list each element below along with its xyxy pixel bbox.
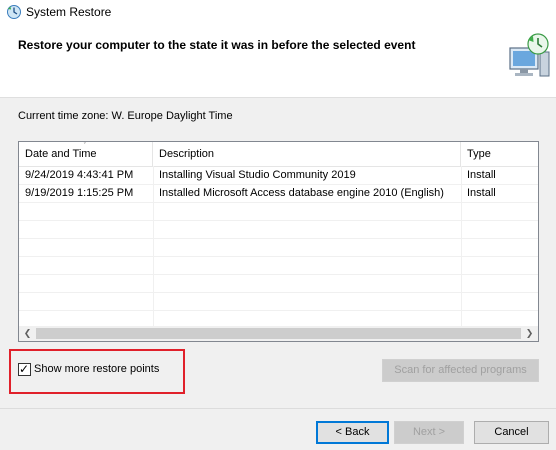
table-row[interactable]: 9/24/2019 4:43:41 PM Installing Visual S… — [19, 166, 538, 184]
column-header-date-label: Date and Time — [25, 148, 97, 160]
page-heading: Restore your computer to the state it wa… — [18, 38, 416, 52]
row-divider — [19, 292, 538, 293]
checkbox-box[interactable]: ✓ — [18, 362, 31, 376]
table-row[interactable]: 9/19/2019 1:15:25 PM Installed Microsoft… — [19, 184, 538, 202]
row-divider — [19, 202, 538, 203]
row-date: 9/19/2019 1:15:25 PM — [25, 187, 134, 199]
header-panel: Restore your computer to the state it wa… — [0, 24, 556, 98]
checkbox-label[interactable]: Show more restore points — [34, 363, 159, 375]
column-header-type[interactable]: Type — [461, 142, 538, 166]
row-date: 9/24/2019 4:43:41 PM — [25, 169, 134, 181]
list-header: ▿ Date and Time Description Type — [19, 142, 538, 167]
column-header-description[interactable]: Description — [153, 142, 461, 166]
scan-affected-programs-button[interactable]: Scan for affected programs — [382, 359, 539, 382]
row-divider — [19, 274, 538, 275]
scroll-left-arrow-icon[interactable]: ❮ — [19, 326, 36, 341]
column-header-type-label: Type — [467, 148, 491, 160]
sort-descending-icon: ▿ — [83, 141, 87, 146]
back-button[interactable]: < Back — [316, 421, 389, 444]
next-button[interactable]: Next > — [394, 421, 464, 444]
checkmark-icon: ✓ — [19, 362, 30, 376]
column-header-description-label: Description — [159, 148, 215, 160]
row-divider — [19, 256, 538, 257]
row-type: Install — [467, 187, 496, 199]
scroll-right-arrow-icon[interactable]: ❯ — [521, 326, 538, 341]
row-divider — [19, 184, 538, 185]
window-title: System Restore — [26, 5, 112, 19]
row-divider — [19, 220, 538, 221]
title-bar: System Restore — [0, 0, 556, 24]
row-description: Installing Visual Studio Community 2019 — [159, 169, 356, 181]
row-divider — [19, 238, 538, 239]
column-header-date[interactable]: ▿ Date and Time — [19, 142, 153, 166]
row-type: Install — [467, 169, 496, 181]
computer-restore-icon — [509, 33, 550, 77]
footer-divider — [0, 408, 556, 409]
cancel-button[interactable]: Cancel — [474, 421, 549, 444]
system-restore-icon — [7, 5, 21, 19]
scrollbar-thumb[interactable] — [36, 328, 521, 339]
horizontal-scrollbar[interactable]: ❮ ❯ — [19, 326, 538, 341]
restore-points-list[interactable]: ▿ Date and Time Description Type 9/24/20… — [18, 141, 539, 342]
timezone-label: Current time zone: W. Europe Daylight Ti… — [18, 110, 233, 122]
row-description: Installed Microsoft Access database engi… — [159, 187, 444, 199]
row-divider — [19, 310, 538, 311]
